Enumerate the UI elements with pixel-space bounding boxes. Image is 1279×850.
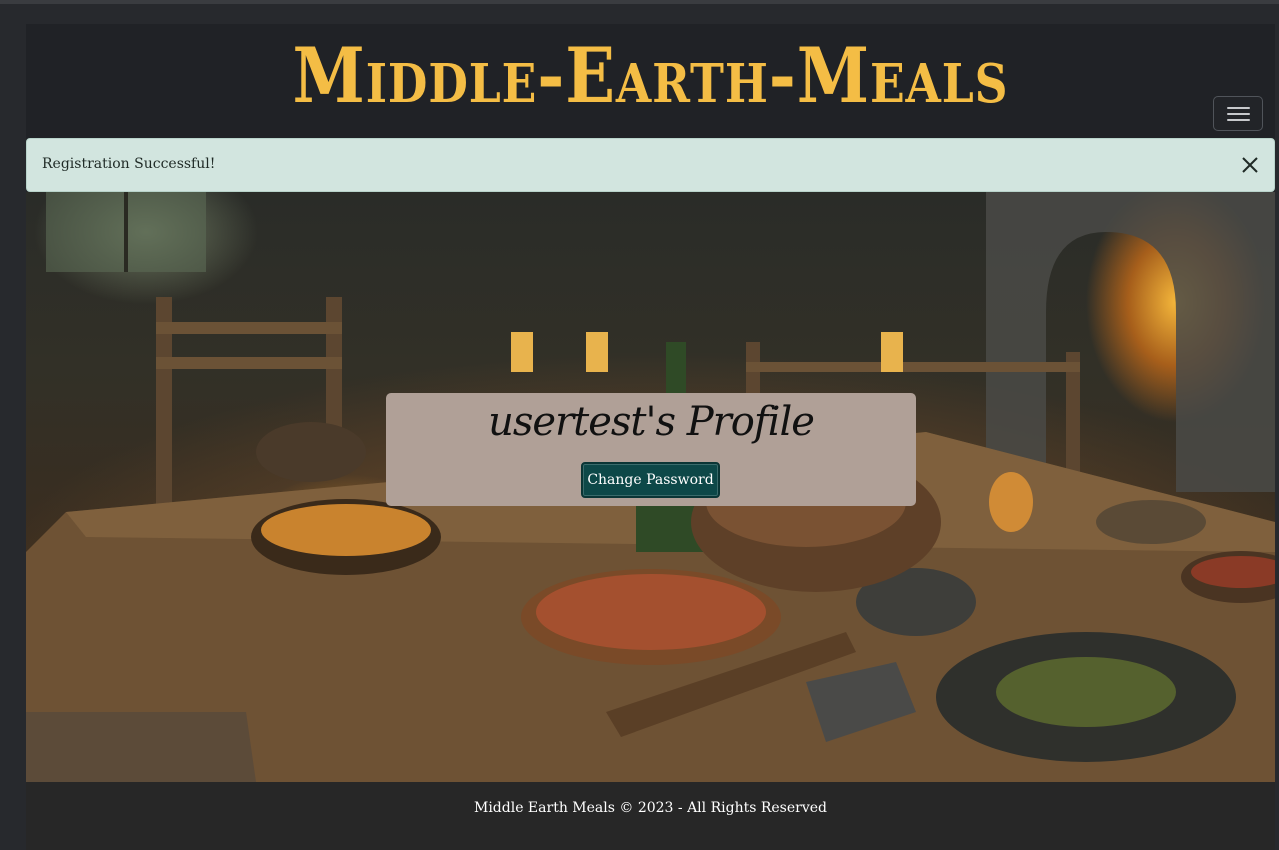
site-footer: Middle Earth Meals © 2023 - All Rights R… [26,782,1275,850]
site-header: Middle-Earth-Meals [26,24,1275,138]
success-alert: Registration Successful! [26,138,1275,192]
footer-copyright: Middle Earth Meals © 2023 - All Rights R… [473,800,827,816]
site-logo[interactable]: Middle-Earth-Meals [113,26,1187,126]
page: Middle-Earth-Meals Registration Successf… [26,24,1275,850]
hero-background-image: usertest's Profile Change Password [26,192,1275,782]
profile-title: usertest's Profile [488,399,815,445]
browser-top-strip [0,0,1279,4]
navbar-toggle-button[interactable] [1213,96,1263,131]
change-password-button[interactable]: Change Password [581,462,720,498]
profile-card: usertest's Profile Change Password [386,393,916,506]
close-icon[interactable] [1239,154,1261,176]
alert-message: Registration Successful! [42,156,216,172]
